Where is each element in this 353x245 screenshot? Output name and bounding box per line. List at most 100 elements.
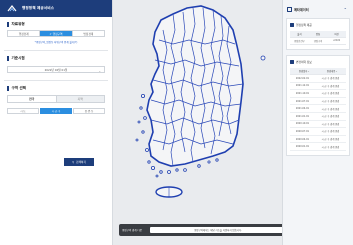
download-bar-label: 행정구역 경계 다운 xyxy=(122,229,142,232)
base-date-value: 2022년 02월 01일 xyxy=(44,67,68,72)
app-title: 행정정책 제공서비스 xyxy=(22,6,55,10)
metadata-col: 명칭 xyxy=(308,31,328,38)
history-col-change-label: 변경내용 xyxy=(326,70,336,73)
metadata-card-header: 행정정책 제공 xyxy=(290,21,346,31)
card-marker xyxy=(290,23,294,27)
table-row[interactable]: 2021.10.01 시·군·구 경계 변경 xyxy=(290,90,346,98)
data-type-option-legal[interactable]: 법정경계 xyxy=(73,31,104,36)
data-type-header: 자료유형 xyxy=(4,17,108,30)
row-date: 2020.04.01 xyxy=(295,137,310,141)
table-row[interactable]: 2020.04.01 시·군·구 경계 변경 xyxy=(290,136,346,144)
row-date: 2021.12.01 xyxy=(295,84,310,88)
row-change: 시·군·구 경계 변경 xyxy=(321,107,340,111)
row-change: 시·군·구 경계 변경 xyxy=(321,100,340,104)
metadata-header: 메타데이터 ⌃ xyxy=(283,0,353,18)
base-date-section: 기준시점 2022년 02월 01일 ⌄ xyxy=(4,51,108,81)
data-type-option-boundary[interactable]: 행정경계 xyxy=(8,31,41,36)
metadata-value: 행정안전부 xyxy=(290,38,309,45)
chevron-down-icon: ⌄ xyxy=(98,68,101,73)
metadata-card-title: 행정정책 제공 xyxy=(296,23,312,27)
table-row[interactable]: 2021.12.01 시·군·구 경계 변경 xyxy=(290,83,346,91)
row-date: 2020.07.01 xyxy=(295,129,310,133)
card-marker xyxy=(290,60,294,64)
row-change: 시·군·구 경계 변경 xyxy=(321,130,340,134)
table-row[interactable]: 2021.01.01 시·군·구 경계 변경 xyxy=(290,113,346,121)
download-message-field: 행정구역에서는 해당 기능을 지원하지 않습니다. xyxy=(150,227,286,233)
search-button[interactable]: ⚲ 검색하기 xyxy=(64,158,94,166)
base-date-select[interactable]: 2022년 02월 01일 ⌄ xyxy=(7,66,105,73)
row-change: 시·군·구 경계 변경 xyxy=(321,77,340,81)
metadata-title: 메타데이터 xyxy=(294,7,309,12)
row-date: 2021.04.01 xyxy=(295,107,310,111)
section-marker xyxy=(7,22,9,27)
row-change: 시·군·구 경계 변경 xyxy=(321,138,340,142)
history-col-date-label: 변경일자 xyxy=(298,70,308,73)
level-option-sido[interactable]: 시·도 xyxy=(7,108,39,114)
data-type-section: 자료유형 행정경계 ✔ 행정구역 법정경계 *행정구역_법정동 하위구역 연계 … xyxy=(4,17,108,51)
region-level-toggle: 시·도 시·군·구 읍·면·동 xyxy=(7,108,105,114)
control-panel: 행정정책 제공서비스 자료유형 행정경계 ✔ 행정구역 법정경계 *행정구역_법… xyxy=(0,0,113,245)
row-change: 시·군·구 경계 변경 xyxy=(321,92,340,96)
row-change: 시·군·구 경계 변경 xyxy=(321,122,340,126)
sort-icon: ▾ xyxy=(336,71,338,73)
logo-icon xyxy=(7,4,17,11)
search-icon: ⚲ xyxy=(72,160,75,164)
row-date: 2021.07.01 xyxy=(295,99,310,103)
table-row[interactable]: 2020.10.01 시·군·구 경계 변경 xyxy=(290,121,346,129)
row-change: 시·군·구 경계 변경 xyxy=(321,145,340,149)
jeju-island xyxy=(155,186,183,198)
metadata-value: v2022 xyxy=(327,38,347,45)
metadata-col: 버전 xyxy=(327,31,347,38)
history-rows: 2022.02.01 시·군·구 경계 변경 2021.12.01 시·군·구 경계… xyxy=(290,75,346,151)
data-type-note: *행정구역_법정동 하위구역 연계 불가(?) xyxy=(34,41,78,44)
section-marker xyxy=(7,86,9,91)
history-card: 변경이력 정보 변경일자 ▾ 변경내용 ▾ 2022.02.01 시·군·구 경계… xyxy=(286,55,350,156)
metadata-col: 출처 xyxy=(290,31,309,38)
data-type-heading: 자료유형 xyxy=(11,22,25,26)
metadata-values: 행정안전부 행정구역 v2022 xyxy=(290,38,347,45)
metadata-columns: 출처 명칭 버전 xyxy=(290,31,347,38)
table-row[interactable]: 2020.01.01 시·군·구 경계 변경 xyxy=(290,143,346,151)
row-date: 2020.10.01 xyxy=(295,122,310,126)
ulleungdo-island xyxy=(260,55,266,61)
sort-icon: ▾ xyxy=(308,71,310,73)
history-col-change[interactable]: 변경내용 ▾ xyxy=(318,68,346,75)
history-col-date[interactable]: 변경일자 ▾ xyxy=(290,68,318,75)
region-heading: 구역 선택 xyxy=(11,86,26,90)
section-marker xyxy=(7,56,9,61)
korea-map[interactable] xyxy=(113,0,282,245)
region-scope-toggle: 전국 지역 xyxy=(7,95,105,103)
row-date: 2022.02.01 xyxy=(295,76,310,80)
level-option-sigungu[interactable]: 시·군·구 xyxy=(40,108,72,114)
search-button-label: 검색하기 xyxy=(76,160,86,164)
table-row[interactable]: 2020.07.01 시·군·구 경계 변경 xyxy=(290,128,346,136)
metadata-card: 행정정책 제공 출처 명칭 버전 행정안전부 행정구역 v2022 xyxy=(286,18,350,50)
row-change: 시·군·구 경계 변경 xyxy=(321,115,340,119)
table-row[interactable]: 2021.04.01 시·군·구 경계 변경 xyxy=(290,105,346,113)
map-view[interactable] xyxy=(113,0,282,245)
base-date-heading: 기준시점 xyxy=(11,56,25,60)
level-option-eupmyeondong[interactable]: 읍·면·동 xyxy=(73,108,105,114)
row-date: 2020.01.01 xyxy=(295,145,310,149)
history-card-title: 변경이력 정보 xyxy=(296,60,312,64)
history-columns: 변경일자 ▾ 변경내용 ▾ xyxy=(290,68,346,75)
table-row[interactable]: 2021.07.01 시·군·구 경계 변경 xyxy=(290,98,346,106)
data-type-option-district[interactable]: ✔ 행정구역 xyxy=(40,31,73,36)
scope-option-nation[interactable]: 전국 xyxy=(8,96,57,102)
base-date-header: 기준시점 xyxy=(4,51,108,64)
metadata-panel: 메타데이터 ⌃ 행정정책 제공 출처 명칭 버전 행정안전부 행정구역 v202… xyxy=(282,0,353,245)
region-header: 구역 선택 xyxy=(4,81,108,94)
data-type-option-district-label: 행정구역 xyxy=(52,31,63,36)
metadata-value: 행정구역 xyxy=(308,38,328,45)
table-row[interactable]: 2022.02.01 시·군·구 경계 변경 xyxy=(290,75,346,83)
scope-option-local[interactable]: 지역 xyxy=(56,96,104,102)
history-card-header: 변경이력 정보 xyxy=(290,58,346,68)
metadata-icon xyxy=(287,6,292,12)
app-header: 행정정책 제공서비스 xyxy=(0,0,112,17)
row-date: 2021.01.01 xyxy=(295,114,310,118)
chevron-up-icon[interactable]: ⌃ xyxy=(344,7,347,12)
row-change: 시·군·구 경계 변경 xyxy=(321,84,340,88)
data-type-toggle: 행정경계 ✔ 행정구역 법정경계 xyxy=(7,30,105,37)
row-date: 2021.10.01 xyxy=(295,91,310,95)
region-section: 구역 선택 전국 지역 시·도 시·군·구 읍·면·동 xyxy=(4,81,108,114)
